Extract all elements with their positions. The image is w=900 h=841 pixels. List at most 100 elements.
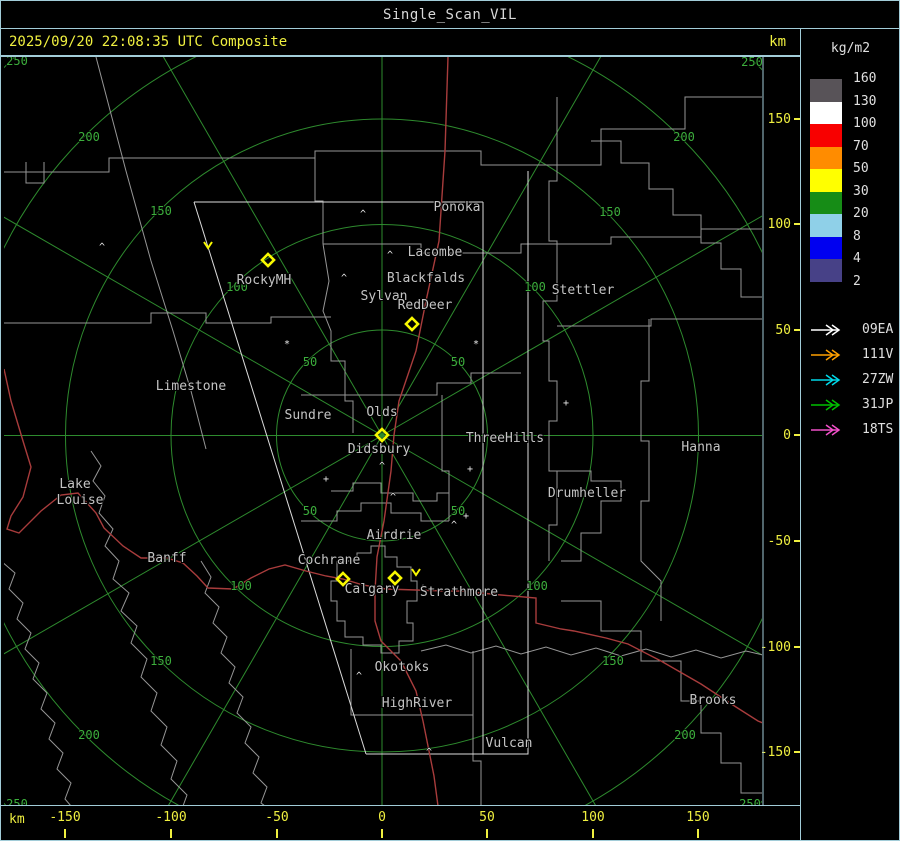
city-label-drumheller: Drumheller — [548, 486, 626, 501]
town-marker: + — [463, 511, 469, 522]
ring-distance-label: 100 — [526, 579, 548, 593]
town-marker: ^ — [390, 492, 396, 503]
city-label-blackfalds: Blackfalds — [387, 271, 465, 286]
county-boundary — [301, 372, 521, 396]
station-arrow-icon — [811, 374, 841, 386]
bottom-axis-tick — [486, 829, 488, 838]
county-boundary — [591, 140, 762, 298]
bottom-axis-tick — [592, 829, 594, 838]
county-boundary — [322, 243, 354, 433]
ring-distance-label: 250 — [6, 56, 28, 68]
station-row: 31JP — [810, 397, 893, 414]
ring-distance-label: 50 — [451, 355, 465, 369]
city-label-cochrane: Cochrane — [298, 553, 361, 568]
county-boundary — [4, 562, 72, 805]
city-label-stettler: Stettler — [552, 283, 615, 298]
station-id-label: 111V — [862, 346, 894, 362]
ring-distance-label: 50 — [303, 355, 317, 369]
right-axis-label: 150 — [768, 112, 791, 127]
bottom-axis-label: -100 — [155, 810, 187, 825]
station-id-label: 27ZW — [862, 371, 894, 387]
county-boundary — [549, 470, 622, 562]
town-marker: * — [284, 339, 290, 350]
station-row: 27ZW — [810, 372, 893, 389]
bottom-axis-label: 50 — [479, 810, 495, 825]
ring-distance-label: 200 — [78, 130, 100, 144]
colorbar-swatch — [810, 236, 842, 259]
town-marker: ^ — [426, 747, 432, 758]
map-layers: 50 100 150 200 250 50 100 150 200 250 50 100 150 200 2… — [4, 56, 762, 806]
radar-sector-outline — [483, 171, 529, 755]
bottom-axis-label: -150 — [49, 810, 81, 825]
town-marker: ^ — [451, 520, 457, 531]
ring-distance-label: 100 — [524, 280, 546, 294]
city-label-limestone: Limestone — [156, 379, 227, 394]
right-axis-label: -50 — [768, 534, 791, 549]
city-label-rockymh: RockyMH — [237, 273, 292, 288]
county-boundary — [557, 318, 762, 327]
station-row: 111V — [810, 347, 893, 364]
city-label-sundre: Sundre — [285, 408, 332, 423]
colorbar-value-label: 2 — [853, 273, 861, 289]
town-marker: + — [563, 398, 569, 409]
city-label-airdrie: Airdrie — [367, 528, 422, 543]
city-label-brooks: Brooks — [690, 693, 737, 708]
colorbar-swatch — [810, 146, 842, 169]
right-axis-label: 50 — [775, 323, 791, 338]
station-arrow-icon — [811, 424, 841, 436]
town-marker: ^ — [379, 461, 385, 472]
city-label-lacombe: Lacombe — [408, 245, 463, 260]
colorbar-value-label: 30 — [853, 183, 869, 199]
scan-timestamp: 2025/09/20 22:08:35 UTC Composite — [9, 34, 288, 50]
bottom-axis-strip: km -150 -100 -50 0 50 100 150 — [1, 806, 800, 840]
ring-distance-label: 150 — [599, 205, 621, 219]
bottom-axis-tick — [697, 829, 699, 838]
colorbar-value-label: 50 — [853, 160, 869, 176]
colorbar-swatch — [810, 124, 842, 147]
ring-distance-label: 200 — [78, 728, 100, 742]
ring-distance-label: 200 — [673, 130, 695, 144]
city-label-highriver: HighRiver — [382, 696, 453, 711]
ring-distance-label: 200 — [674, 728, 696, 742]
town-marker: ^ — [356, 671, 362, 682]
town-marker: ^ — [99, 242, 105, 253]
radar-map: 50 100 150 200 250 50 100 150 200 250 50 100 150 200 2… — [1, 56, 800, 806]
ring-distance-label: 150 — [150, 654, 172, 668]
station-arrow-icon — [811, 324, 841, 336]
colorbar-value-label: 70 — [853, 138, 869, 154]
colorbar-value-label: 100 — [853, 115, 877, 131]
city-label-hanna: Hanna — [681, 440, 720, 455]
colorbar-swatch — [810, 214, 842, 237]
colorbar-swatch — [810, 259, 842, 282]
colorbar-value-label: 8 — [853, 228, 861, 244]
window-title: Single_Scan_VIL — [383, 6, 517, 23]
range-ring-200 — [4, 57, 762, 805]
range-ring-250 — [4, 57, 762, 805]
town-marker: ^ — [387, 250, 393, 261]
title-bar[interactable]: Single_Scan_VIL — [1, 1, 899, 29]
ring-distance-label: 250 — [739, 797, 761, 806]
colorbar-value-label: 130 — [853, 93, 877, 109]
county-boundary — [441, 395, 450, 521]
ring-distance-label: 250 — [6, 797, 28, 806]
right-axis-label: -100 — [760, 640, 791, 655]
radar-site-icon — [404, 316, 420, 332]
legend-sidebar: kg/m2 160 130 100 70 50 30 20 8 4 2 09EA 111V 27ZW 3… — [800, 29, 899, 840]
town-marker: ^ — [341, 273, 347, 284]
city-label-banff: Banff — [147, 551, 186, 566]
city-label-threehills: ThreeHills — [466, 431, 544, 446]
station-id-label: 09EA — [862, 321, 894, 337]
station-row: 18TS — [810, 422, 893, 439]
bottom-axis-label: 0 — [378, 810, 386, 825]
colorbar-value-label: 20 — [853, 205, 869, 221]
county-boundary — [314, 151, 324, 244]
town-marker: + — [467, 464, 473, 475]
chevron-marker — [203, 241, 213, 250]
bottom-axis-unit-label: km — [9, 812, 25, 827]
ring-distance-label: 150 — [150, 204, 172, 218]
city-label-reddeer: RedDeer — [398, 298, 453, 313]
city-label-calgary: Calgary — [345, 582, 400, 597]
radial-line-330 — [162, 57, 383, 436]
colorbar-swatch — [810, 101, 842, 124]
station-id-label: 31JP — [862, 396, 894, 412]
